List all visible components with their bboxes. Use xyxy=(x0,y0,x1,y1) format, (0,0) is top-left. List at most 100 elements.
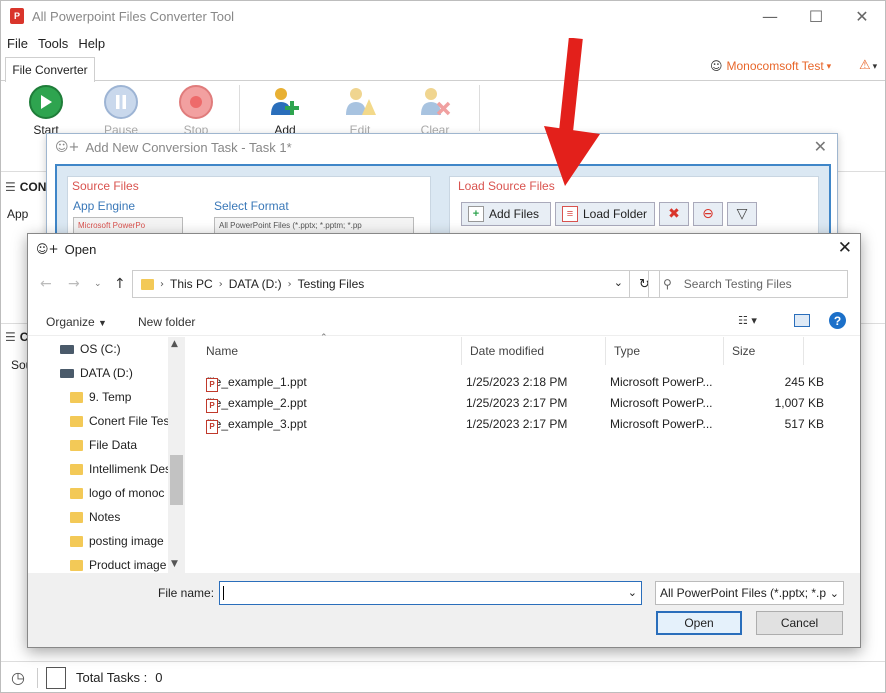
file-row[interactable]: Pfile_example_3.ppt 1/25/2023 2:17 PM Micr… xyxy=(188,414,860,435)
notification-icon[interactable]: ⚠ ▾ xyxy=(859,58,877,73)
remove-all-icon[interactable]: ⊖ xyxy=(693,202,723,226)
search-input[interactable]: ⚲ Search Testing Files xyxy=(648,270,848,298)
minimize-button[interactable]: — xyxy=(747,1,793,31)
total-tasks-label: Total Tasks : xyxy=(75,670,148,685)
address-bar[interactable]: › This PC › DATA (D:) › Testing Files ⌄ … xyxy=(132,270,660,298)
folder-icon xyxy=(70,487,83,499)
document-icon xyxy=(45,666,66,689)
folder-icon xyxy=(70,559,83,571)
title-bar: P All Powerpoint Files Converter Tool — … xyxy=(1,1,885,31)
load-folder-label: Load Folder xyxy=(583,207,648,221)
select-format-label: Select Format xyxy=(214,199,289,213)
new-folder-button[interactable]: New folder xyxy=(138,315,195,329)
stop-button[interactable]: Stop xyxy=(166,85,226,137)
add-files-button[interactable]: + Add Files xyxy=(461,202,551,226)
breadcrumb-data-drive[interactable]: DATA (D:) xyxy=(229,277,282,291)
edit-button[interactable]: Edit xyxy=(330,85,390,137)
nav-item[interactable]: 9. Temp xyxy=(70,386,131,408)
edit-user-icon xyxy=(343,85,377,119)
view-options-icon[interactable]: ☷ ▾ xyxy=(738,314,757,327)
red-arrow-annotation xyxy=(544,38,600,186)
clear-button[interactable]: Clear xyxy=(405,85,465,137)
menu-tools[interactable]: Tools xyxy=(38,36,68,51)
add-user-icon: ☺+ xyxy=(36,242,59,256)
navigation-row: ← → ⌄ ↑ › This PC › DATA (D:) › Testing … xyxy=(28,270,860,300)
nav-item[interactable]: Product image xyxy=(70,554,166,573)
load-folder-button[interactable]: ≡ Load Folder xyxy=(555,202,655,226)
add-user-icon xyxy=(268,85,302,119)
scroll-down-icon[interactable]: ▼ xyxy=(171,559,178,569)
nav-item[interactable]: Notes xyxy=(70,506,120,528)
text-caret xyxy=(223,586,224,600)
panel-title: CON xyxy=(19,180,47,194)
close-icon[interactable]: ✕ xyxy=(838,238,852,258)
drive-icon xyxy=(60,344,74,354)
chevron-down-icon[interactable]: ⌄ xyxy=(628,586,637,599)
dialog-title-bar: ☺+ Open ✕ xyxy=(28,234,860,264)
dialog-title-bar: ☺+ Add New Conversion Task - Task 1* ✕ xyxy=(47,134,837,160)
nav-item[interactable]: File Data xyxy=(70,434,137,456)
navigation-pane: OS (C:) DATA (D:) 9. Temp Conert File Test F… xyxy=(58,337,184,573)
close-button[interactable]: ✕ xyxy=(839,1,885,31)
maximize-button[interactable]: ☐ xyxy=(793,1,839,31)
toolbar-divider xyxy=(239,85,240,131)
folder-icon xyxy=(141,278,154,290)
file-row[interactable]: Pfile_example_1.ppt 1/25/2023 2:18 PM Micr… xyxy=(188,372,860,393)
forward-arrow-icon[interactable]: → xyxy=(68,276,80,292)
file-name: file_example_1.ppt xyxy=(206,375,307,389)
back-arrow-icon[interactable]: ← xyxy=(40,276,52,292)
file-type-filter[interactable]: All PowerPoint Files (*.pptx; *.p ⌄ xyxy=(655,581,844,605)
filter-icon[interactable]: ▽ xyxy=(727,202,757,226)
toolbar-divider xyxy=(479,85,480,131)
column-header-name[interactable]: Name xyxy=(198,337,462,365)
nav-item[interactable]: logo of monoc xyxy=(70,482,164,504)
drive-icon xyxy=(60,368,74,378)
nav-item-label: DATA (D:) xyxy=(80,366,133,380)
up-arrow-icon[interactable]: ↑ xyxy=(114,276,126,292)
column-header-size[interactable]: Size xyxy=(724,337,804,365)
nav-item-label: Product image xyxy=(89,558,167,572)
add-files-label: Add Files xyxy=(489,207,540,221)
close-icon[interactable]: ✕ xyxy=(814,137,827,156)
user-menu[interactable]: ☺ Monocomsoft Test ▾ xyxy=(710,59,831,73)
command-bar: Organize ▼ New folder ☷ ▾ ? xyxy=(28,308,860,336)
breadcrumb-testing-files[interactable]: Testing Files xyxy=(298,277,365,291)
preview-pane-icon[interactable] xyxy=(794,314,810,327)
file-name-input[interactable]: ⌄ xyxy=(219,581,642,605)
nav-item[interactable]: DATA (D:) xyxy=(60,362,133,384)
column-header-type[interactable]: Type xyxy=(606,337,724,365)
column-header-date[interactable]: Date modified xyxy=(462,337,606,365)
file-size: 1,007 KB xyxy=(774,396,824,410)
file-type: Microsoft PowerP... xyxy=(610,396,713,410)
add-button[interactable]: Add xyxy=(255,85,315,137)
cancel-button[interactable]: Cancel xyxy=(756,611,843,635)
folder-icon xyxy=(70,439,83,451)
nav-scrollbar[interactable]: ▲ ▼ xyxy=(168,337,185,573)
menu-help[interactable]: Help xyxy=(78,36,105,51)
nav-item[interactable]: Intellimenk Des xyxy=(70,458,171,480)
menu-file[interactable]: File xyxy=(7,36,28,51)
nav-item[interactable]: Conert File Test xyxy=(70,410,173,432)
nav-item[interactable]: posting image xyxy=(70,530,164,552)
chevron-down-icon[interactable]: ⌄ xyxy=(614,276,623,289)
folder-icon xyxy=(70,463,83,475)
file-date: 1/25/2023 2:17 PM xyxy=(466,417,568,431)
help-icon[interactable]: ? xyxy=(829,312,846,329)
recent-chevron-icon[interactable]: ⌄ xyxy=(94,279,102,289)
scroll-up-icon[interactable]: ▲ xyxy=(171,339,178,349)
start-button[interactable]: Start xyxy=(16,85,76,137)
tab-file-converter[interactable]: File Converter xyxy=(5,57,95,82)
scroll-thumb[interactable] xyxy=(170,455,183,505)
dialog-title: Open xyxy=(64,241,97,257)
nav-item[interactable]: OS (C:) xyxy=(60,338,121,360)
organize-button[interactable]: Organize ▼ xyxy=(46,315,107,329)
file-row[interactable]: Pfile_example_2.ppt 1/25/2023 2:17 PM Micr… xyxy=(188,393,860,414)
search-icon: ⚲ xyxy=(663,277,672,291)
ppt-file-icon: P xyxy=(206,378,218,392)
open-button[interactable]: Open xyxy=(656,611,742,635)
file-type-filter-value: All PowerPoint Files (*.pptx; *.p xyxy=(660,586,827,600)
remove-file-icon[interactable]: ✖ xyxy=(659,202,689,226)
menu-bar: File Tools Help xyxy=(1,32,109,54)
breadcrumb-this-pc[interactable]: This PC xyxy=(170,277,213,291)
pause-button[interactable]: Pause xyxy=(91,85,151,137)
